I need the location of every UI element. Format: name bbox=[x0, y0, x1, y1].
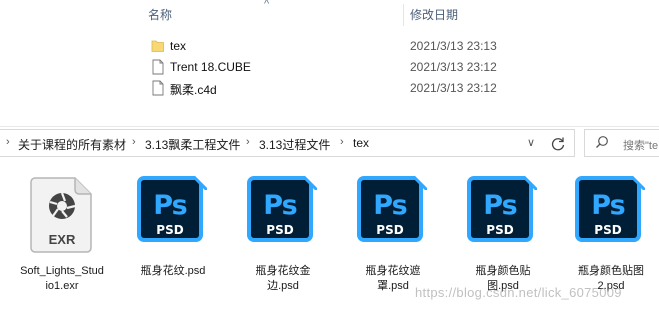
ps-badge: Ps bbox=[591, 190, 625, 221]
chevron-right-icon: › bbox=[6, 136, 10, 148]
psd-badge: PSD bbox=[486, 223, 514, 237]
ps-badge: Ps bbox=[483, 190, 517, 221]
psd-badge: PSD bbox=[594, 223, 622, 237]
search-icon bbox=[596, 136, 608, 148]
sort-up-icon: ^ bbox=[264, 0, 270, 10]
details-view: 名称 ^ 修改日期 tex 2021/3/13 23:13 Trent 18.C… bbox=[0, 0, 659, 118]
file-date: 2021/3/13 23:12 bbox=[410, 81, 497, 95]
breadcrumb-item[interactable]: 3.13飘柔工程文件 bbox=[145, 136, 240, 153]
file-tile[interactable]: EXR Soft_Lights_Studio1.exr bbox=[12, 176, 112, 311]
chevron-down-icon[interactable]: ∨ bbox=[527, 136, 535, 149]
file-label: 瓶身花纹金边.psd bbox=[255, 265, 311, 292]
chevron-right-icon[interactable]: › bbox=[340, 136, 344, 148]
file-tile[interactable]: Ps PSD 瓶身花纹.psd bbox=[123, 176, 223, 311]
psd-badge: PSD bbox=[266, 223, 294, 237]
file-date: 2021/3/13 23:13 bbox=[410, 39, 497, 53]
file-label: 瓶身花纹.psd bbox=[140, 265, 206, 277]
psd-file-icon: Ps PSD bbox=[247, 176, 319, 248]
breadcrumb-item[interactable]: 3.13过程文件 bbox=[259, 136, 330, 153]
list-item[interactable]: tex 2021/3/13 23:13 bbox=[148, 36, 648, 56]
psd-badge: PSD bbox=[376, 223, 404, 237]
file-icon bbox=[152, 80, 164, 96]
exr-file-icon: EXR bbox=[29, 176, 95, 259]
file-name: 飘柔.c4d bbox=[170, 83, 217, 97]
column-header-date[interactable]: 修改日期 bbox=[410, 0, 610, 28]
list-item[interactable]: 飘柔.c4d 2021/3/13 23:12 bbox=[148, 78, 648, 98]
list-item[interactable]: Trent 18.CUBE 2021/3/13 23:12 bbox=[148, 57, 648, 77]
exr-badge: EXR bbox=[48, 232, 76, 247]
file-tile[interactable]: Ps PSD 瓶身花纹金边.psd bbox=[233, 176, 333, 311]
psd-file-icon: Ps PSD bbox=[137, 176, 209, 248]
column-header-name[interactable]: 名称 bbox=[148, 0, 403, 28]
search-placeholder: 搜索"te bbox=[623, 140, 659, 152]
psd-badge: PSD bbox=[156, 223, 184, 237]
file-date: 2021/3/13 23:12 bbox=[410, 60, 497, 74]
column-divider[interactable] bbox=[403, 4, 404, 26]
file-icon bbox=[152, 59, 164, 75]
address-bar[interactable]: › 关于课程的所有素材 › 3.13飘柔工程文件 › 3.13过程文件 › te… bbox=[0, 129, 575, 157]
psd-file-icon: Ps PSD bbox=[357, 176, 429, 248]
file-name: tex bbox=[170, 39, 187, 53]
ps-badge: Ps bbox=[373, 190, 407, 221]
ps-badge: Ps bbox=[153, 190, 187, 221]
folder-icon bbox=[151, 40, 164, 52]
search-input[interactable]: 搜索"te bbox=[584, 129, 659, 157]
chevron-right-icon[interactable]: › bbox=[246, 136, 250, 148]
psd-file-icon: Ps PSD bbox=[467, 176, 539, 248]
ps-badge: Ps bbox=[263, 190, 297, 221]
refresh-icon[interactable] bbox=[548, 134, 568, 154]
breadcrumb-item[interactable]: tex bbox=[353, 136, 369, 150]
chevron-right-icon[interactable]: › bbox=[132, 136, 136, 148]
breadcrumb-item[interactable]: 关于课程的所有素材 bbox=[18, 136, 126, 153]
address-bar-row: › 关于课程的所有素材 › 3.13飘柔工程文件 › 3.13过程文件 › te… bbox=[0, 126, 659, 159]
file-label: Soft_Lights_Studio1.exr bbox=[20, 265, 104, 292]
watermark: https://blog.csdn.net/lick_6075009 bbox=[415, 285, 622, 300]
file-name: Trent 18.CUBE bbox=[170, 60, 251, 74]
psd-file-icon: Ps PSD bbox=[575, 176, 647, 248]
